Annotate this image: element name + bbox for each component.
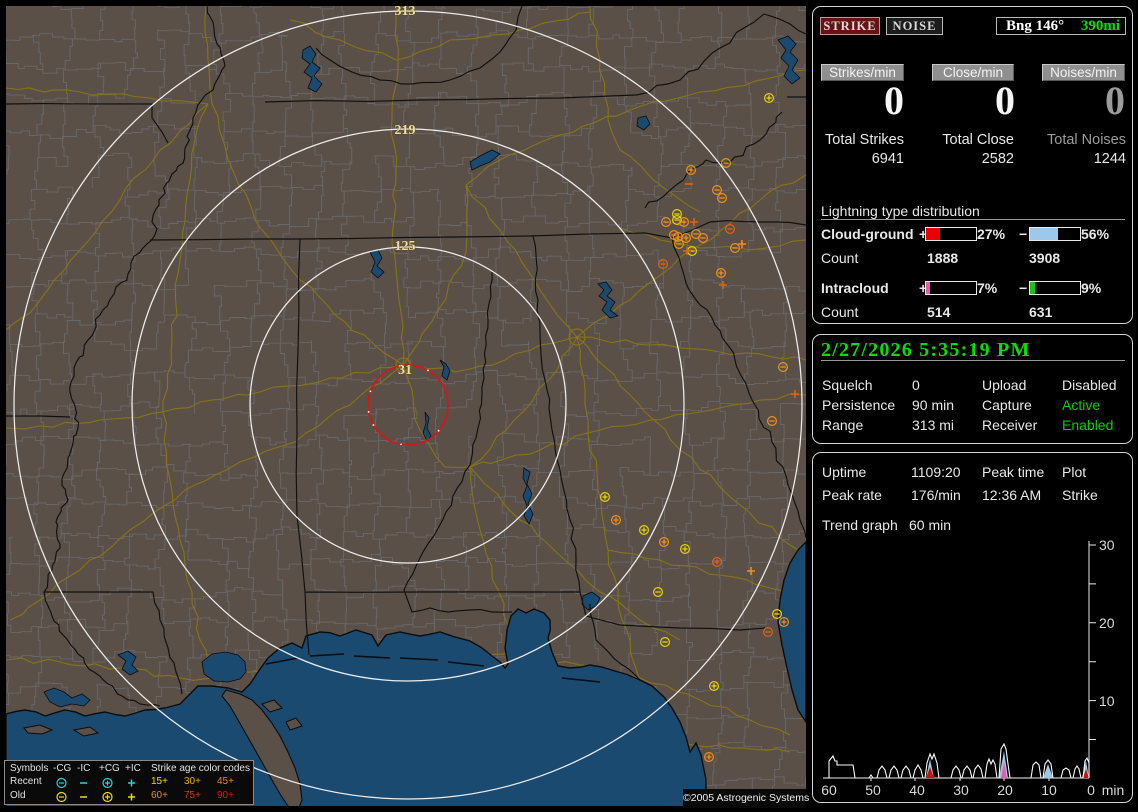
svg-text:125: 125 xyxy=(395,239,416,254)
svg-text:10: 10 xyxy=(1041,782,1057,798)
svg-text:31: 31 xyxy=(398,363,412,378)
svg-text:313: 313 xyxy=(395,6,416,19)
svg-text:20: 20 xyxy=(1099,615,1115,631)
svg-text:min: min xyxy=(1102,782,1125,798)
svg-text:60: 60 xyxy=(821,782,837,798)
svg-text:10: 10 xyxy=(1099,693,1115,709)
svg-text:219: 219 xyxy=(395,123,416,138)
svg-text:30: 30 xyxy=(953,782,969,798)
svg-text:0: 0 xyxy=(1087,782,1095,798)
svg-text:20: 20 xyxy=(997,782,1013,798)
svg-text:30: 30 xyxy=(1099,537,1115,553)
svg-text:50: 50 xyxy=(865,782,881,798)
svg-text:40: 40 xyxy=(909,782,925,798)
